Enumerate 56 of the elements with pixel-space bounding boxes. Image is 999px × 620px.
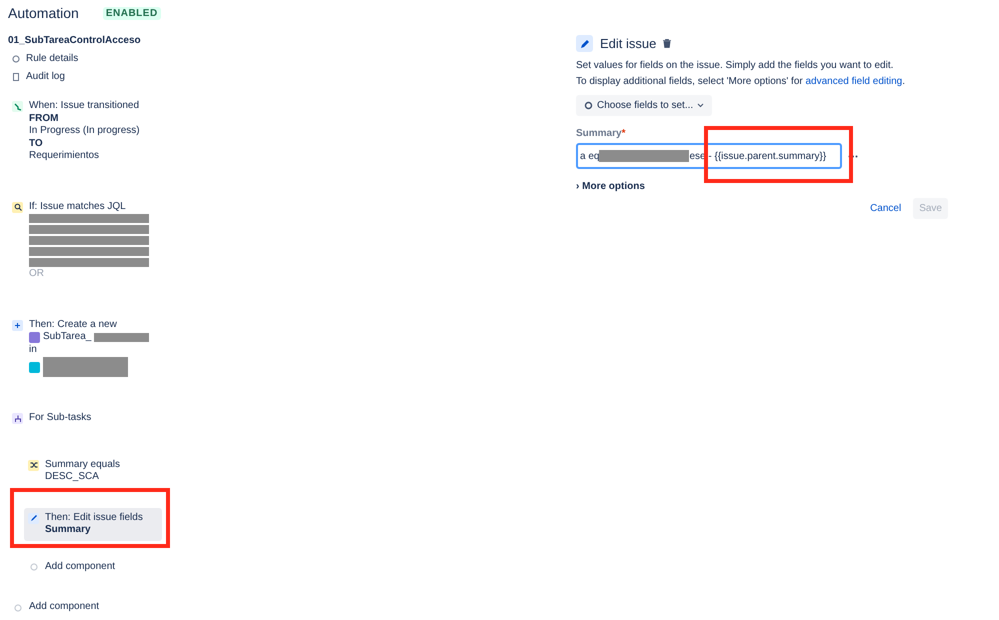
component-text: Summary equals — [45, 458, 120, 471]
component-text: Then: Edit issue fields — [45, 512, 143, 524]
advanced-editing-link[interactable]: advanced field editing — [806, 76, 902, 87]
component-text: In Progress (In progress) — [29, 125, 140, 138]
add-component-link[interactable]: Add component — [29, 601, 100, 614]
circle-icon — [28, 562, 39, 572]
more-options-toggle[interactable]: › More options — [576, 181, 645, 192]
plus-icon — [12, 320, 23, 330]
settings-icon — [584, 101, 593, 110]
hint-text: To display additional fields, select 'More options' for advanced field editing. — [576, 76, 906, 87]
circle-icon — [12, 602, 23, 613]
document-icon — [12, 72, 20, 80]
redaction-bar — [94, 332, 150, 342]
status-lozenge: ENABLED — [102, 6, 161, 20]
panel-title: Edit issue — [600, 36, 656, 51]
component[interactable]: For Sub-tasks — [8, 408, 168, 428]
trigger-icon — [12, 101, 23, 112]
component-text: When: Issue transitioned — [29, 100, 140, 112]
component-text: Summary — [45, 524, 92, 536]
component-text: OR — [29, 268, 45, 280]
cancel-button[interactable]: Cancel — [864, 198, 908, 219]
component-text: DESC_SCA — [45, 471, 100, 484]
branch-icon — [12, 413, 23, 424]
sidebar-link[interactable]: Rule details — [26, 53, 78, 64]
description-text: Set values for fields on the issue. Simply add the fields you want to edit. — [576, 60, 894, 71]
component-text: in — [29, 344, 38, 356]
field-label: Summary* — [576, 128, 626, 139]
required-mark: * — [622, 128, 626, 139]
component-text: SubTarea_ — [43, 331, 92, 344]
component[interactable]: Then: Create a new SubTarea_ in — [8, 314, 168, 382]
component[interactable]: When: Issue transitioned FROM In Progress (In progress) TO Requerimientos — [8, 96, 168, 166]
search-icon — [12, 202, 23, 212]
component-text: TO — [29, 138, 44, 150]
subtask-icon — [29, 332, 40, 344]
info-icon — [12, 54, 20, 62]
component[interactable]: Add component — [8, 597, 168, 618]
page-title: Automation — [8, 5, 79, 21]
component-text: Then: Create a new — [29, 318, 118, 331]
component-text: Requerimientos — [29, 150, 100, 162]
pencil-icon — [576, 35, 593, 52]
chevron-down-icon — [697, 103, 704, 108]
trash-icon[interactable] — [663, 39, 672, 48]
choose-fields-button[interactable]: Choose fields to set... — [576, 95, 712, 116]
rule-name: 01_SubTareaControlAcceso — [8, 35, 142, 46]
add-component-link[interactable]: Add component — [45, 560, 116, 573]
component-text: FROM — [29, 112, 60, 125]
project-icon — [29, 362, 40, 373]
component[interactable]: Add component — [24, 556, 168, 577]
shuffle-icon — [28, 460, 39, 470]
pencil-icon — [28, 512, 39, 524]
component-text: For Sub-tasks — [29, 412, 92, 424]
selected-component[interactable]: Then: Edit issue fields Summary — [24, 508, 162, 540]
component[interactable]: If: Issue matches JQL OR — [8, 196, 168, 284]
component-text: If: Issue matches JQL — [29, 200, 127, 213]
sidebar-link[interactable]: Audit log — [26, 71, 65, 82]
component[interactable]: Summary equals DESC_SCA — [24, 454, 168, 488]
